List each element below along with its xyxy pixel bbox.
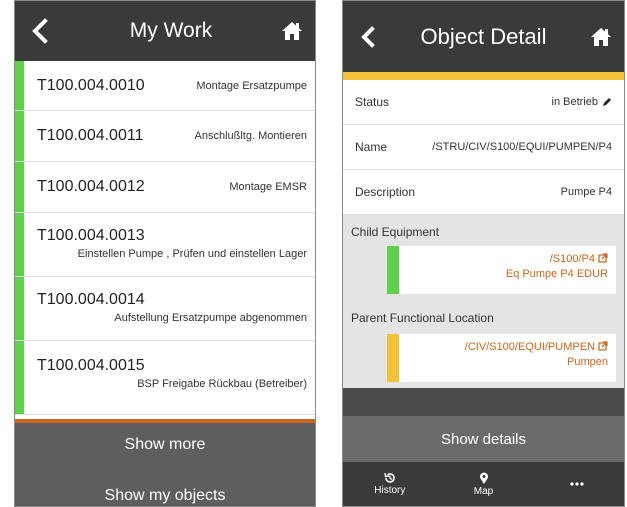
work-item[interactable]: T100.004.0015 BSP Freigabe Rückbau (Betr… [15,341,315,415]
description-row: Description Pumpe P4 [343,170,624,215]
work-item-code: T100.004.0012 [37,178,145,195]
object-detail-header: Object Detail [343,1,624,72]
show-details-button[interactable]: Show details [343,416,624,462]
status-row[interactable]: Status in Betrieb [343,80,624,125]
card-status-accent [387,246,399,294]
my-work-screen: My Work T100.004.0010 Montage Ersatzpump… [14,0,316,507]
status-value: in Betrieb [551,96,598,108]
back-chevron-icon[interactable] [357,24,379,50]
work-item-list: T100.004.0010 Montage Ersatzpumpe T100.0… [15,61,315,415]
work-item-description: Anschlußltg. Montieren [194,130,308,142]
status-color-bar [343,72,624,80]
page-title: Object Detail [420,23,547,49]
child-equipment-path[interactable]: /S100/P4 [550,253,595,265]
work-item-description: Montage EMSR [229,181,307,193]
status-value-wrap: in Betrieb [552,96,612,108]
spacer-strip [343,388,624,416]
child-equipment-path-line: /S100/P4 [387,252,608,267]
show-more-button[interactable]: Show more [15,425,315,465]
work-item-description: BSP Freigabe Rückbau (Betreiber) [137,378,307,390]
tab-history-label: History [374,485,406,496]
child-equipment-name: Eq Pumpe P4 EDUR [505,268,608,280]
name-row: Name /STRU/CIV/S100/EQUI/PUMPEN/P4 [343,125,624,170]
work-item-code: T100.004.0013 [37,227,145,244]
parent-location-path-line: /CIV/S100/EQUI/PUMPEN [387,340,608,355]
tab-map-label: Map [473,485,494,497]
name-label: Name [355,140,388,154]
work-item-description: Einstellen Pumpe , Prüfen und einstellen… [77,248,307,260]
map-pin-icon [479,472,488,484]
tab-map[interactable]: Map [437,462,531,506]
show-my-objects-button[interactable]: Show my objects [15,476,315,506]
card-status-accent [387,334,399,382]
work-item-code: T100.004.0010 [37,76,145,94]
status-label: Status [355,95,390,109]
external-link-icon[interactable] [598,253,608,263]
my-work-header: My Work [15,1,315,61]
home-icon[interactable] [590,27,612,47]
child-equipment-title: Child Equipment [351,225,440,239]
child-equipment-card[interactable]: /S100/P4 Eq Pumpe P4 EDUR [387,246,616,294]
object-detail-screen: Object Detail Status in Betrieb Name /ST… [342,0,625,507]
parent-functional-location-title: Parent Functional Location [351,311,494,325]
work-item-code: T100.004.0014 [37,291,145,308]
child-equipment-section: Child Equipment /S100/P4 Eq Pumpe P4 EDU… [343,215,624,301]
tab-history[interactable]: History [343,462,437,506]
work-item[interactable]: T100.004.0011 Anschlußltg. Montieren [15,111,315,162]
description-value: Pumpe P4 [560,186,612,198]
parent-functional-location-card[interactable]: /CIV/S100/EQUI/PUMPEN Pumpen [387,334,616,382]
button-area: Show more Show my objects [15,423,315,506]
history-icon [384,472,395,483]
tab-more[interactable] [530,462,624,506]
description-label: Description [355,185,416,199]
back-chevron-icon[interactable] [29,18,51,44]
work-item[interactable]: T100.004.0013 Einstellen Pumpe , Prüfen … [15,213,315,277]
parent-location-name: Pumpen [567,356,608,368]
pencil-icon[interactable] [602,97,612,107]
bottom-tab-bar: History Map [343,462,624,506]
work-item[interactable]: T100.004.0012 Montage EMSR [15,162,315,213]
more-icon [570,481,584,486]
work-item-description: Montage Ersatzpumpe [196,79,307,92]
work-item-code: T100.004.0015 [37,357,145,374]
name-value: /STRU/CIV/S100/EQUI/PUMPEN/P4 [432,141,612,153]
page-title: My Work [129,19,213,42]
work-item[interactable]: T100.004.0014 Aufstellung Ersatzpumpe ab… [15,277,315,341]
work-item[interactable]: T100.004.0010 Montage Ersatzpumpe [15,61,315,111]
parent-functional-location-section: Parent Functional Location /CIV/S100/EQU… [343,301,624,388]
work-item-code: T100.004.0011 [37,127,144,144]
external-link-icon[interactable] [598,341,608,351]
work-item-description: Aufstellung Ersatzpumpe abgenommen [114,312,307,324]
home-icon[interactable] [281,21,303,41]
parent-location-path[interactable]: /CIV/S100/EQUI/PUMPEN [465,341,595,353]
